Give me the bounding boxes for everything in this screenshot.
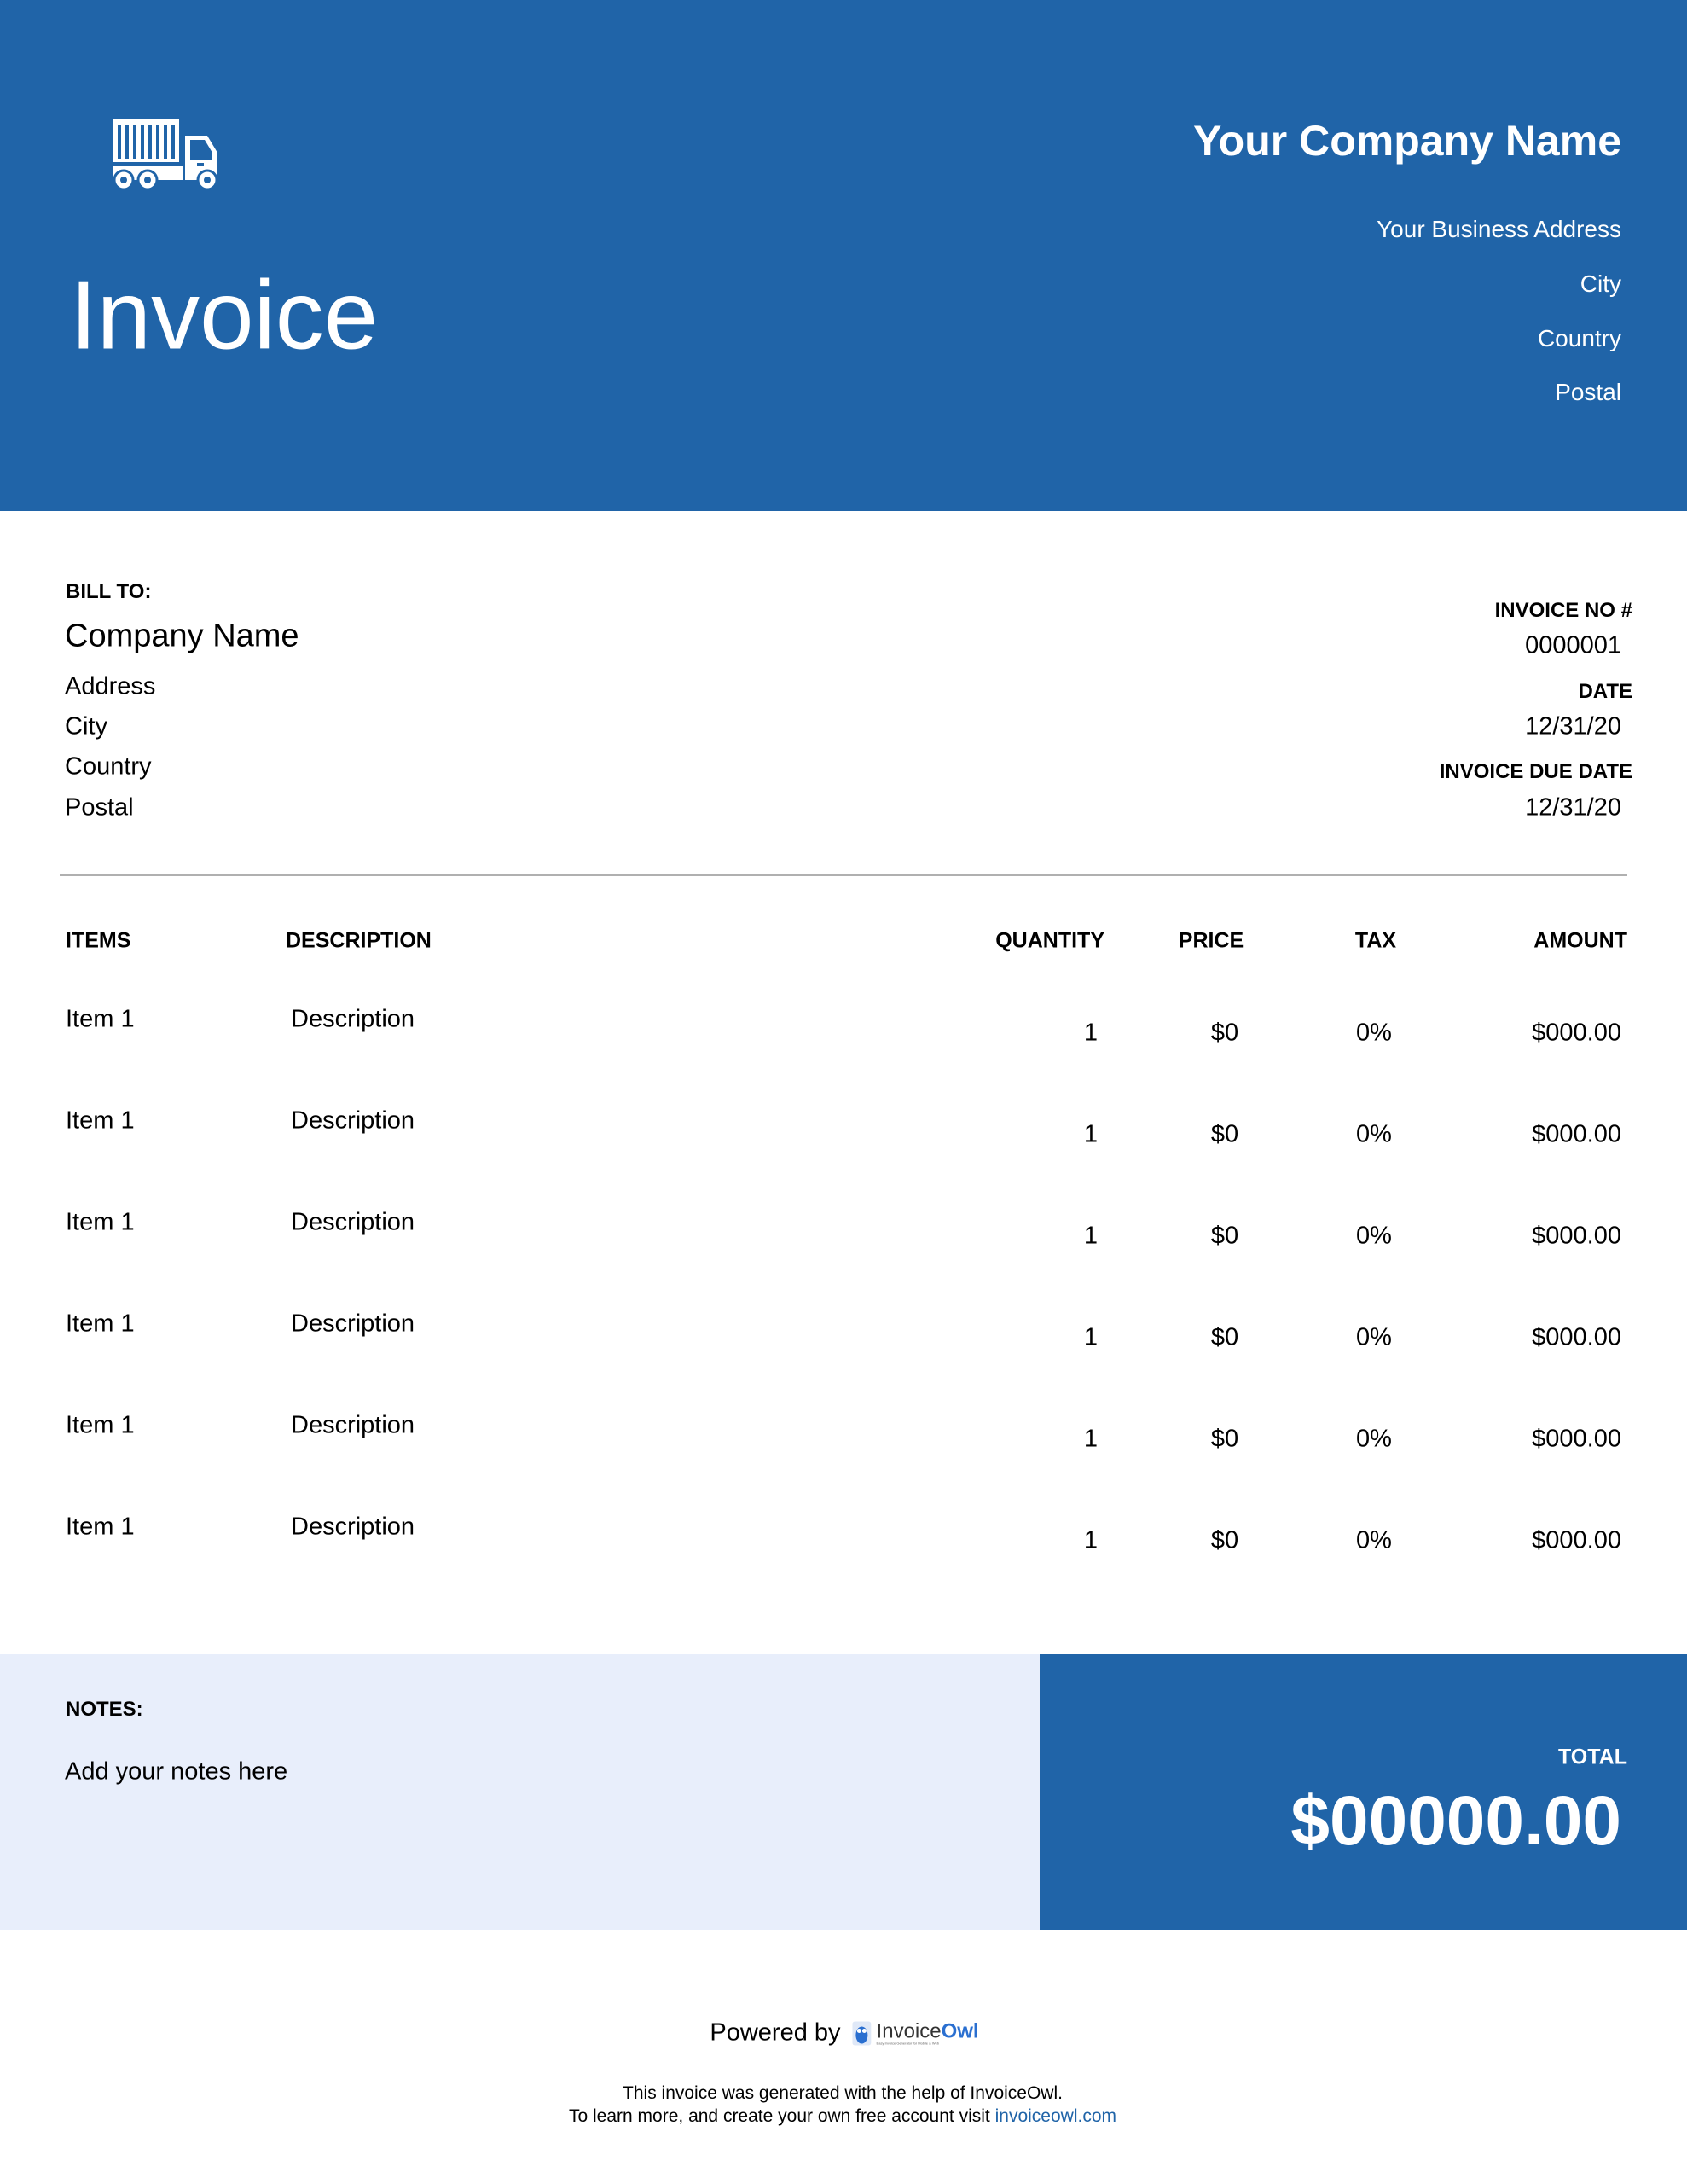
cell-tax: 0%: [1356, 1120, 1392, 1148]
powered-by-text: Powered by: [710, 2018, 841, 2047]
cell-quantity: 1: [1083, 1425, 1099, 1453]
cell-price: $0: [1210, 1120, 1239, 1148]
bill-to-label: BILL TO:: [66, 580, 152, 603]
company-country: Country: [1537, 325, 1621, 351]
truck-icon: [113, 119, 218, 191]
bill-to-country: Country: [65, 752, 152, 781]
cell-item: Item 1: [66, 1107, 135, 1135]
col-tax: TAX: [1354, 928, 1397, 953]
bill-to-postal: Postal: [65, 793, 134, 822]
cell-item: Item 1: [66, 1310, 135, 1338]
cell-description: Description: [291, 1005, 415, 1033]
cell-description: Description: [291, 1310, 415, 1338]
notes-section: NOTES: Add your notes here: [0, 1654, 1040, 1930]
cell-amount: $000.00: [1532, 1526, 1621, 1554]
cell-tax: 0%: [1356, 1526, 1392, 1554]
company-city: City: [1580, 270, 1621, 297]
company-postal: Postal: [1555, 379, 1621, 405]
bill-to-company: Company Name: [65, 618, 299, 654]
cell-amount: $000.00: [1532, 1120, 1621, 1148]
bill-to-city: City: [65, 712, 107, 741]
col-amount: AMOUNT: [1533, 928, 1627, 953]
cell-tax: 0%: [1356, 1019, 1392, 1047]
cell-price: $0: [1210, 1425, 1239, 1453]
invoice-header: Invoice Your Company Name Your Business …: [0, 0, 1687, 511]
owl-icon: [852, 2021, 872, 2045]
cell-item: Item 1: [66, 1208, 135, 1236]
brand-invoice: Invoice: [876, 2019, 942, 2042]
col-quantity: QUANTITY: [995, 928, 1104, 953]
invoice-title: Invoice: [70, 261, 379, 370]
notes-text[interactable]: Add your notes here: [65, 1758, 287, 1786]
brand-owl: Owl: [941, 2019, 979, 2042]
brand-tagline: Easy Invoice Generator for Mobile & Web: [876, 2041, 940, 2045]
company-address: Your Business Address: [1377, 216, 1621, 242]
col-items: ITEMS: [66, 928, 131, 953]
cell-quantity: 1: [1083, 1120, 1099, 1148]
cell-description: Description: [291, 1208, 415, 1236]
company-name: Your Company Name: [1193, 117, 1621, 165]
cell-item: Item 1: [66, 1005, 135, 1033]
bill-to-address: Address: [65, 672, 156, 700]
cell-price: $0: [1210, 1019, 1239, 1047]
col-description: DESCRIPTION: [286, 928, 432, 953]
cell-price: $0: [1210, 1323, 1239, 1351]
date-label: DATE: [1578, 680, 1632, 703]
due-date: 12/31/20: [1525, 793, 1621, 822]
cell-quantity: 1: [1083, 1323, 1099, 1351]
invoice-date: 12/31/20: [1525, 712, 1621, 741]
invoice-no: 0000001: [1525, 631, 1621, 659]
cell-description: Description: [291, 1411, 415, 1439]
cell-amount: $000.00: [1532, 1425, 1621, 1453]
cell-price: $0: [1210, 1222, 1239, 1250]
cell-amount: $000.00: [1532, 1323, 1621, 1351]
footer-line-2-text: To learn more, and create your own free …: [569, 2106, 990, 2126]
cell-quantity: 1: [1083, 1526, 1099, 1554]
cell-description: Description: [291, 1513, 415, 1541]
cell-amount: $000.00: [1532, 1222, 1621, 1250]
cell-tax: 0%: [1356, 1323, 1392, 1351]
invoiceowl-logo[interactable]: InvoiceOwl Easy Invoice Generator for Mo…: [852, 2019, 979, 2045]
cell-tax: 0%: [1356, 1222, 1392, 1250]
total-value: $00000.00: [1290, 1782, 1621, 1860]
cell-tax: 0%: [1356, 1425, 1392, 1453]
notes-label: NOTES:: [66, 1698, 143, 1721]
total-section: TOTAL $00000.00: [1040, 1654, 1687, 1930]
cell-price: $0: [1210, 1526, 1239, 1554]
footer-line-2: To learn more, and create your own free …: [569, 2106, 1116, 2127]
cell-description: Description: [291, 1107, 415, 1135]
divider: [60, 874, 1627, 876]
due-date-label: INVOICE DUE DATE: [1439, 760, 1632, 783]
invoice-no-label: INVOICE NO #: [1494, 599, 1632, 622]
cell-quantity: 1: [1083, 1222, 1099, 1250]
invoiceowl-link[interactable]: invoiceowl.com: [995, 2106, 1116, 2126]
total-label: TOTAL: [1557, 1745, 1627, 1769]
col-price: PRICE: [1178, 928, 1244, 953]
cell-item: Item 1: [66, 1513, 135, 1541]
cell-item: Item 1: [66, 1411, 135, 1439]
footer-line-1: This invoice was generated with the help…: [623, 2083, 1063, 2103]
cell-quantity: 1: [1083, 1019, 1099, 1047]
cell-amount: $000.00: [1532, 1019, 1621, 1047]
powered-by: Powered by InvoiceOwl Easy Invoice Gener…: [710, 2019, 978, 2048]
